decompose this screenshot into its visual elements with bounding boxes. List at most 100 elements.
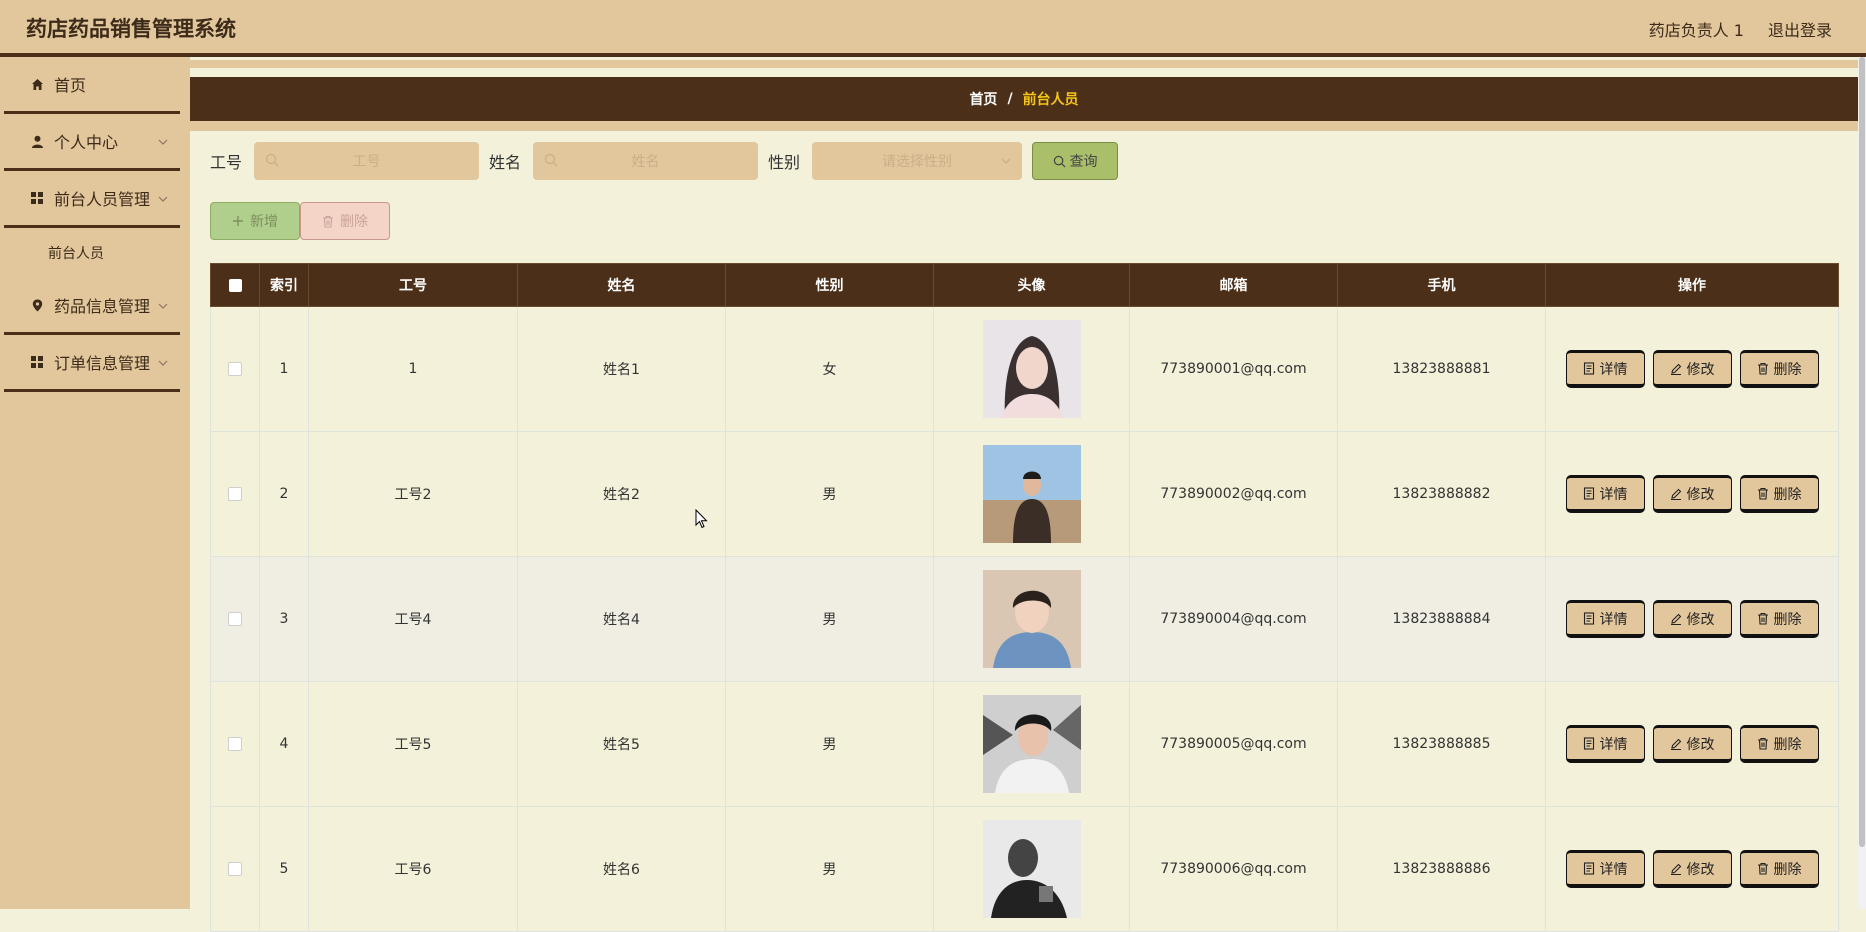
name-label: 姓名: [489, 153, 522, 172]
row-checkbox[interactable]: [228, 862, 242, 876]
name-input[interactable]: 姓名: [533, 142, 759, 180]
avatar: [982, 320, 1081, 418]
search-icon: [265, 153, 279, 171]
cell-gender: 男: [725, 556, 934, 682]
breadcrumb-home[interactable]: 首页: [969, 89, 997, 109]
select-all-cell: [210, 263, 260, 307]
select-all-checkbox[interactable]: [228, 278, 242, 292]
staff-id-input[interactable]: 工号: [254, 142, 480, 180]
cell-index: 5: [259, 806, 309, 932]
delete-button[interactable]: 删除: [1739, 850, 1819, 888]
add-button-label: 新增: [250, 214, 278, 230]
edit-button[interactable]: 修改: [1652, 850, 1732, 888]
sidebar-item-drug-management[interactable]: 药品信息管理: [4, 278, 180, 335]
logout-link[interactable]: 退出登录: [1768, 17, 1832, 41]
mouse-cursor-icon: [695, 509, 708, 529]
avatar: [982, 695, 1081, 793]
add-button[interactable]: 新增: [210, 202, 300, 240]
table-header: 索引 工号 姓名 性别 头像 邮箱 手机 操作: [210, 263, 1839, 307]
cell-staff-id: 1: [308, 306, 518, 432]
cell-index: 1: [259, 306, 309, 432]
delete-button[interactable]: 删除: [1739, 600, 1819, 638]
gender-label: 性别: [768, 153, 801, 172]
batch-delete-button[interactable]: 删除: [300, 202, 390, 240]
delete-button[interactable]: 删除: [1739, 475, 1819, 513]
cell-gender: 男: [725, 806, 934, 932]
detail-button[interactable]: 详情: [1565, 350, 1645, 388]
edit-button[interactable]: 修改: [1652, 475, 1732, 513]
row-checkbox[interactable]: [228, 362, 242, 376]
cell-staff-id: 工号2: [308, 431, 518, 557]
gender-select[interactable]: 请选择性别: [812, 142, 1023, 180]
chevron-down-icon: [158, 189, 168, 208]
cell-name: 姓名6: [517, 806, 726, 932]
scrollbar-thumb[interactable]: [1859, 57, 1865, 847]
cell-email: 773890001@qq.com: [1129, 306, 1338, 432]
sidebar-item-staff-management[interactable]: 前台人员管理: [4, 171, 180, 228]
column-header: 工号: [308, 263, 518, 307]
column-header: 操作: [1545, 263, 1839, 307]
page-scrollbar[interactable]: [1858, 57, 1866, 909]
edit-button[interactable]: 修改: [1652, 725, 1732, 763]
detail-button-label: 详情: [1599, 861, 1628, 878]
cell-phone: 13823888885: [1337, 681, 1546, 807]
app-title: 药店药品销售管理系统: [26, 17, 236, 41]
chevron-down-icon: [1000, 155, 1012, 171]
delete-button-label: 删除: [1773, 361, 1802, 378]
chevron-down-icon: [158, 132, 168, 151]
plus-icon: [232, 215, 244, 227]
pencil-icon: [1670, 363, 1681, 375]
delete-button[interactable]: 删除: [1739, 350, 1819, 388]
edit-button[interactable]: 修改: [1652, 350, 1732, 388]
cell-index: 2: [259, 431, 309, 557]
sidebar-item-label: 药品信息管理: [54, 297, 151, 316]
document-icon: [1583, 737, 1594, 750]
pencil-icon: [1670, 738, 1681, 750]
edit-button[interactable]: 修改: [1652, 600, 1732, 638]
trash-icon: [1757, 487, 1768, 500]
cell-gender: 男: [725, 681, 934, 807]
column-header: 性别: [725, 263, 934, 307]
cell-index: 4: [259, 681, 309, 807]
row-checkbox[interactable]: [228, 612, 242, 626]
pencil-icon: [1670, 863, 1681, 875]
sidebar-item-label: 首页: [54, 76, 87, 95]
cell-email: 773890005@qq.com: [1129, 681, 1338, 807]
sidebar-item-label: 订单信息管理: [54, 354, 151, 373]
query-button[interactable]: 查询: [1032, 142, 1119, 180]
detail-button[interactable]: 详情: [1565, 725, 1645, 763]
cell-email: 773890004@qq.com: [1129, 556, 1338, 682]
row-checkbox[interactable]: [228, 737, 242, 751]
row-checkbox[interactable]: [228, 487, 242, 501]
cell-staff-id: 工号4: [308, 556, 518, 682]
detail-button-label: 详情: [1599, 486, 1628, 503]
detail-button[interactable]: 详情: [1565, 850, 1645, 888]
sidebar-item-label: 前台人员管理: [54, 190, 151, 209]
edit-button-label: 修改: [1686, 736, 1715, 753]
gender-placeholder: 请选择性别: [882, 154, 953, 170]
sidebar-subitem-staff[interactable]: 前台人员: [0, 228, 190, 278]
cell-phone: 13823888882: [1337, 431, 1546, 557]
sidebar-item-personal-center[interactable]: 个人中心: [4, 114, 180, 171]
sidebar-item-label: 个人中心: [54, 133, 119, 152]
trash-icon: [1757, 737, 1768, 750]
sidebar-item-order-management[interactable]: 订单信息管理: [4, 335, 180, 392]
name-placeholder: 姓名: [631, 154, 660, 170]
document-icon: [1583, 362, 1594, 375]
sidebar-item-home[interactable]: 首页: [4, 57, 180, 114]
delete-button-label: 删除: [1773, 611, 1802, 628]
cell-name: 姓名2: [517, 431, 726, 557]
detail-button[interactable]: 详情: [1565, 475, 1645, 513]
current-user: 药店负责人 1: [1648, 21, 1744, 40]
staff-id-label: 工号: [210, 153, 243, 172]
pencil-icon: [1670, 488, 1681, 500]
cell-staff-id: 工号6: [308, 806, 518, 932]
search-bar: 工号 工号 姓名 姓名 性别 请选择性别 查询: [210, 141, 1119, 181]
cell-name: 姓名4: [517, 556, 726, 682]
breadcrumb-separator: /: [1007, 91, 1013, 107]
search-icon: [1053, 155, 1066, 168]
table-row: 3 工号4 姓名4 男 773890004@qq.com 13823888884: [210, 556, 1839, 682]
delete-button[interactable]: 删除: [1739, 725, 1819, 763]
detail-button-label: 详情: [1599, 611, 1628, 628]
detail-button[interactable]: 详情: [1565, 600, 1645, 638]
